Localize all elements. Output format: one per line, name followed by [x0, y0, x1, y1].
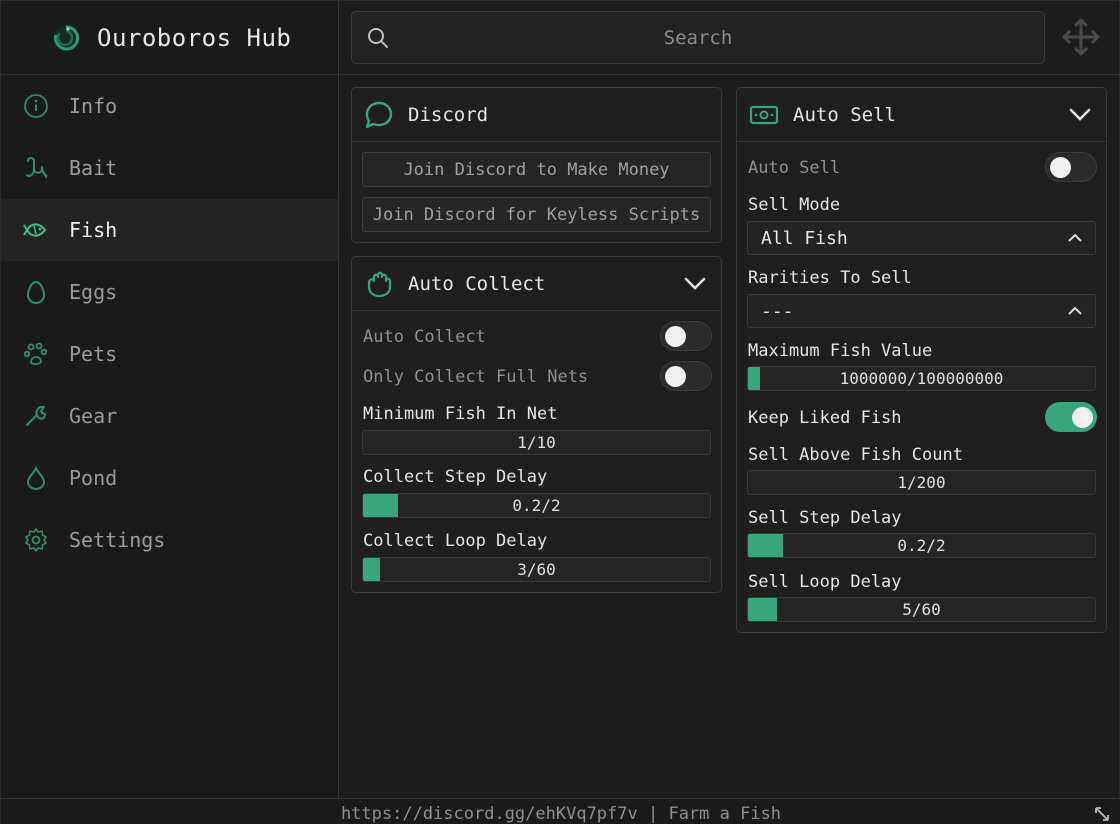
auto-sell-header[interactable]: Auto Sell — [737, 88, 1106, 142]
collect-loop-delay-slider[interactable]: 3/60 — [362, 557, 711, 582]
slider-value: 1000000/100000000 — [839, 369, 1004, 388]
move-icon[interactable] — [1061, 17, 1101, 57]
search-input[interactable] — [352, 12, 1044, 63]
sell-step-delay-slider[interactable]: 0.2/2 — [747, 533, 1096, 558]
sidebar-item-label: Fish — [69, 218, 118, 242]
join-discord-money-button[interactable]: Join Discord to Make Money — [362, 152, 711, 187]
worm-icon — [23, 155, 49, 181]
sidebar-item-pond[interactable]: Pond — [1, 447, 338, 509]
collect-step-delay-slider[interactable]: 0.2/2 — [362, 493, 711, 518]
full-nets-label: Only Collect Full Nets — [363, 367, 589, 387]
full-nets-toggle[interactable] — [660, 361, 712, 391]
sidebar-item-label: Pond — [69, 466, 118, 490]
panel-title: Auto Collect — [408, 272, 546, 295]
slider-value: 0.2/2 — [512, 496, 561, 515]
resize-icon[interactable] — [1093, 805, 1111, 823]
sidebar: Ouroboros Hub Info Bait Fish Eggs Pets G… — [1, 1, 339, 798]
rarities-dropdown[interactable]: --- — [747, 294, 1096, 328]
join-discord-keyless-button[interactable]: Join Discord for Keyless Scripts — [362, 197, 711, 232]
slider-value: 5/60 — [902, 600, 941, 619]
rarities-label: Rarities To Sell — [748, 268, 912, 288]
slider-value: 0.2/2 — [897, 536, 946, 555]
sell-above-label: Sell Above Fish Count — [748, 445, 963, 465]
footer-bar: https://discord.gg/ehKVq7pf7v | Farm a F… — [1, 798, 1120, 824]
discord-panel: Discord Join Discord to Make Money Join … — [351, 87, 722, 243]
paw-icon — [23, 341, 49, 367]
ouroboros-logo-icon — [53, 24, 80, 51]
max-value-slider[interactable]: 1000000/100000000 — [747, 366, 1096, 391]
sell-mode-dropdown[interactable]: All Fish — [747, 221, 1096, 255]
wrench-icon — [23, 403, 49, 429]
sell-loop-delay-slider[interactable]: 5/60 — [747, 597, 1096, 622]
search-icon — [368, 28, 388, 48]
auto-collect-panel: Auto Collect Auto Collect Only Collect F… — [351, 256, 722, 593]
auto-sell-label: Auto Sell — [748, 158, 841, 178]
info-icon — [23, 93, 49, 119]
sidebar-item-gear[interactable]: Gear — [1, 385, 338, 447]
collect-loop-delay-label: Collect Loop Delay — [363, 531, 548, 551]
sidebar-item-label: Eggs — [69, 280, 118, 304]
sidebar-item-label: Settings — [69, 528, 166, 552]
sell-above-slider[interactable]: 1/200 — [747, 470, 1096, 495]
panel-title: Discord — [408, 103, 489, 126]
money-icon — [749, 105, 779, 124]
toggle-knob — [1050, 157, 1071, 178]
sidebar-item-pets[interactable]: Pets — [1, 323, 338, 385]
chat-bubble-icon — [365, 101, 393, 128]
sell-loop-delay-label: Sell Loop Delay — [748, 572, 902, 592]
auto-collect-label: Auto Collect — [363, 327, 486, 347]
sell-step-delay-label: Sell Step Delay — [748, 508, 902, 528]
sidebar-item-label: Bait — [69, 156, 118, 180]
hand-icon — [367, 271, 392, 297]
sell-mode-label: Sell Mode — [748, 195, 841, 215]
sidebar-nav: Info Bait Fish Eggs Pets Gear Pond Setti… — [1, 75, 338, 571]
gear-icon — [23, 527, 49, 553]
auto-collect-toggle[interactable] — [660, 321, 712, 351]
chevron-down-icon[interactable] — [683, 273, 707, 295]
keep-liked-toggle[interactable] — [1045, 402, 1097, 432]
slider-value: 1/10 — [517, 433, 556, 452]
egg-icon — [23, 279, 49, 305]
sidebar-item-label: Pets — [69, 342, 118, 366]
sidebar-item-fish[interactable]: Fish — [1, 199, 338, 261]
dropdown-value: --- — [761, 301, 794, 322]
discord-panel-header: Discord — [352, 88, 721, 142]
sidebar-item-settings[interactable]: Settings — [1, 509, 338, 571]
sidebar-item-eggs[interactable]: Eggs — [1, 261, 338, 323]
slider-value: 3/60 — [517, 560, 556, 579]
chevron-down-icon[interactable] — [1068, 104, 1092, 126]
hub-window: Ouroboros Hub Info Bait Fish Eggs Pets G… — [0, 0, 1120, 824]
min-fish-label: Minimum Fish In Net — [363, 404, 558, 424]
droplet-icon — [23, 465, 49, 491]
toggle-knob — [1072, 407, 1093, 428]
max-value-label: Maximum Fish Value — [748, 341, 933, 361]
sidebar-item-label: Gear — [69, 404, 118, 428]
dropdown-value: All Fish — [761, 228, 848, 249]
brand-header: Ouroboros Hub — [1, 1, 338, 75]
sidebar-item-info[interactable]: Info — [1, 75, 338, 137]
toggle-knob — [665, 366, 686, 387]
collect-step-delay-label: Collect Step Delay — [363, 467, 548, 487]
search-bar — [351, 11, 1045, 64]
auto-sell-toggle[interactable] — [1045, 152, 1097, 182]
sidebar-item-bait[interactable]: Bait — [1, 137, 338, 199]
chevron-up-icon — [1068, 306, 1082, 315]
panel-title: Auto Sell — [793, 103, 896, 126]
auto-collect-header[interactable]: Auto Collect — [352, 257, 721, 311]
min-fish-slider[interactable]: 1/10 — [362, 430, 711, 455]
keep-liked-label: Keep Liked Fish — [748, 408, 902, 428]
toggle-knob — [665, 326, 686, 347]
topbar-divider — [340, 74, 1120, 75]
chevron-up-icon — [1068, 233, 1082, 242]
slider-value: 1/200 — [897, 473, 946, 492]
footer-text: https://discord.gg/ehKVq7pf7v | Farm a F… — [340, 804, 782, 824]
sidebar-item-label: Info — [69, 94, 118, 118]
fish-icon — [23, 217, 49, 243]
auto-sell-panel: Auto Sell Auto Sell Sell Mode All Fish R… — [736, 87, 1107, 633]
app-title: Ouroboros Hub — [97, 23, 292, 52]
